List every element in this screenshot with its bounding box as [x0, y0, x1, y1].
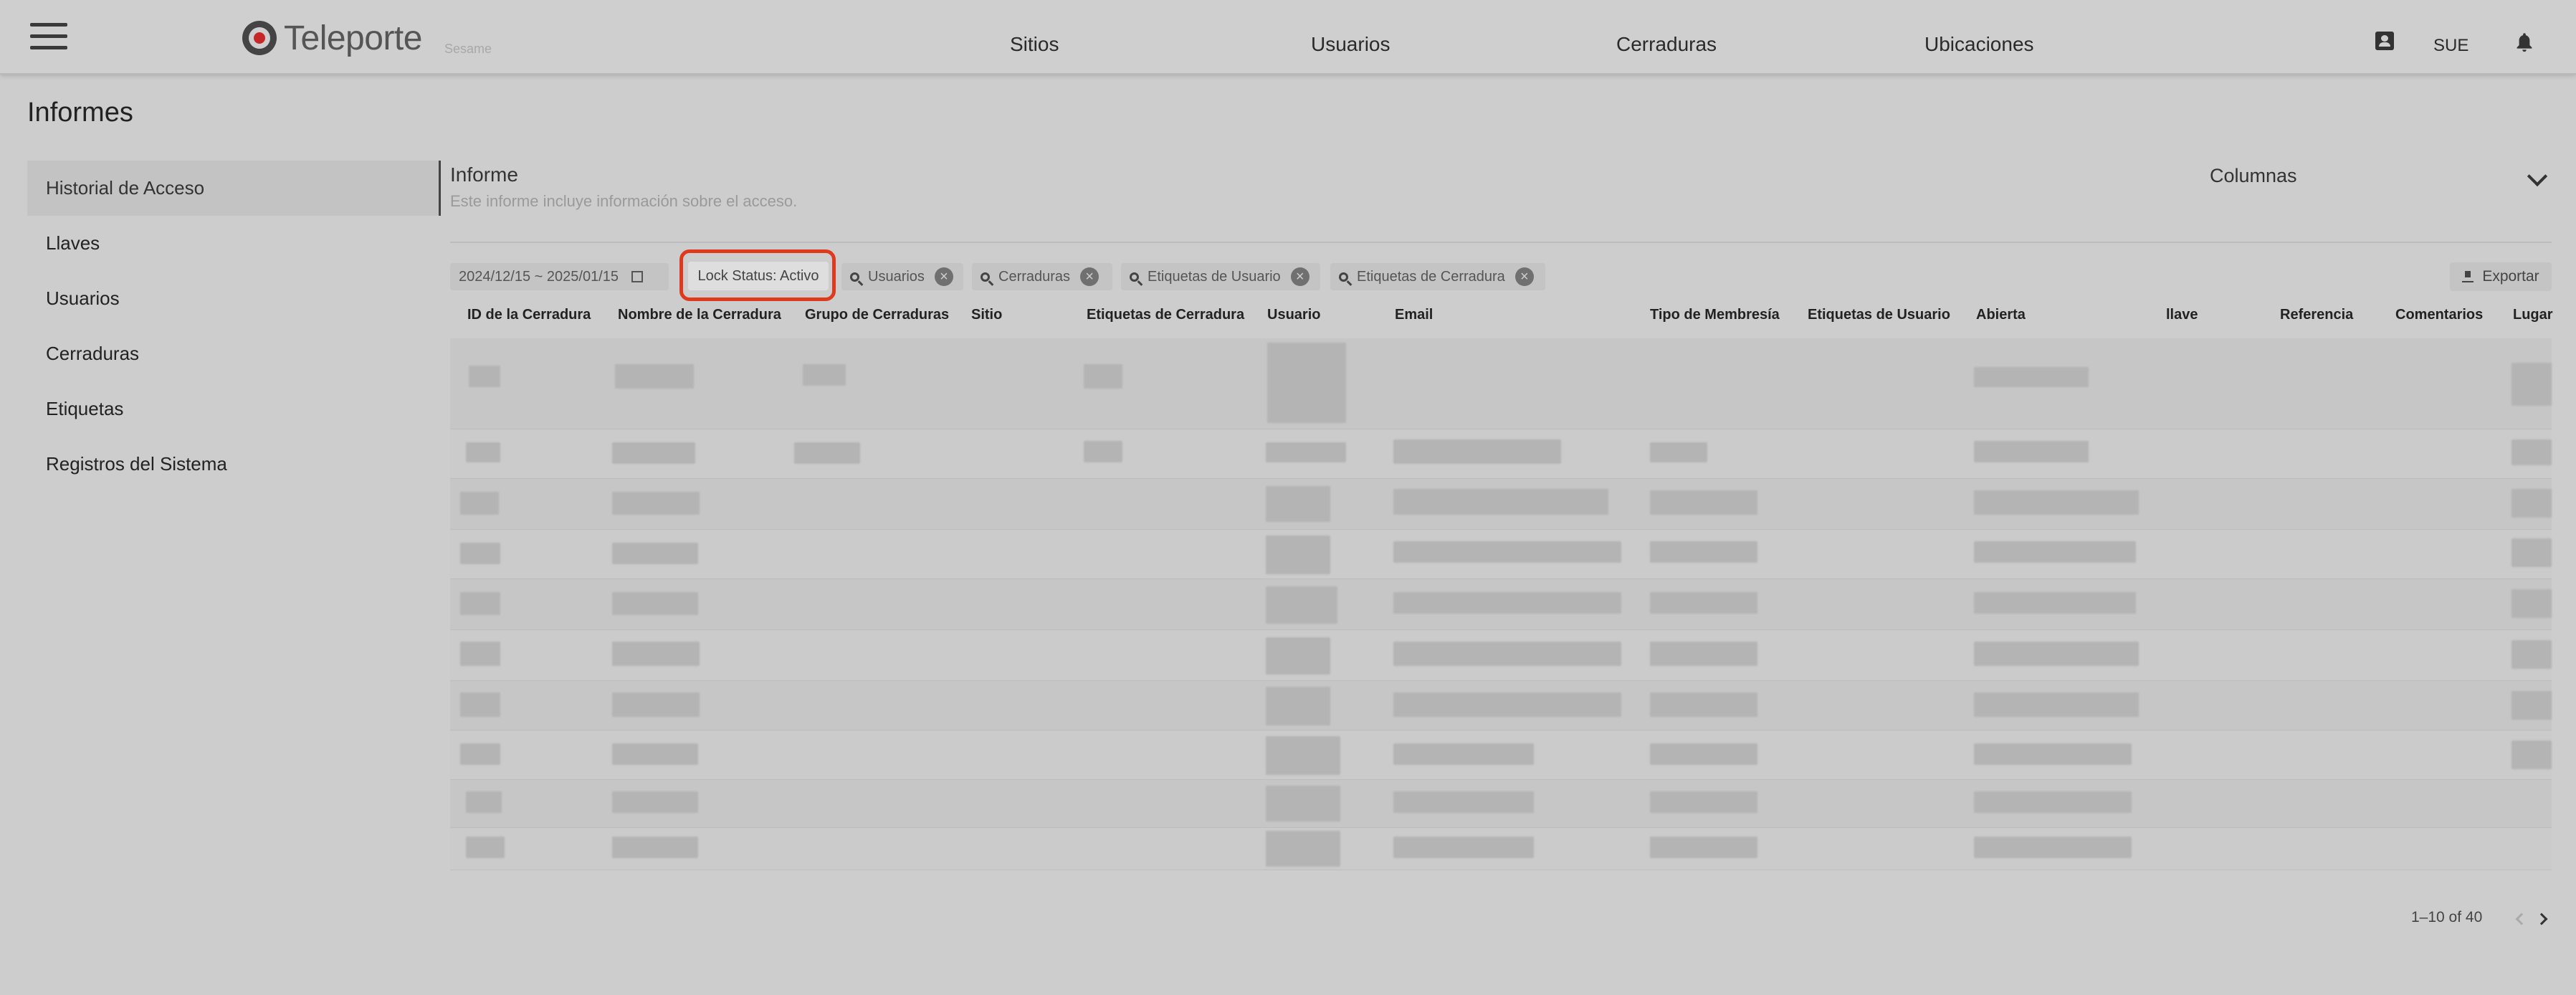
date-range-filter[interactable]: 2024/12/15 ~ 2025/01/15 [450, 263, 669, 290]
sidebar-item-cerraduras[interactable]: Cerraduras [27, 326, 439, 381]
bell-icon[interactable] [2514, 32, 2534, 53]
filter-chip-cerraduras[interactable]: Cerraduras × [972, 263, 1112, 290]
export-button[interactable]: Exportar [2450, 262, 2552, 291]
export-label: Exportar [2482, 268, 2539, 285]
pagination-range: 1–10 of 40 [2411, 909, 2483, 925]
table-row[interactable] [450, 828, 2552, 870]
column-header[interactable]: Etiquetas de Cerradura [1087, 307, 1244, 323]
nav-cerraduras[interactable]: Cerraduras [1616, 33, 1717, 56]
column-header[interactable]: llave [2166, 307, 2198, 323]
filter-chip-label: Etiquetas de Cerradura [1357, 268, 1505, 285]
sidebar-item-label: Etiquetas [46, 398, 124, 419]
filter-chip-etiquetas-de-usuario[interactable]: Etiquetas de Usuario × [1121, 263, 1320, 290]
sidebar-item-llaves[interactable]: Llaves [27, 216, 439, 271]
column-header[interactable]: Referencia [2280, 307, 2353, 323]
table-row[interactable] [450, 530, 2552, 579]
menu-icon[interactable] [30, 23, 67, 50]
divider [450, 242, 2552, 243]
nav-ubicaciones[interactable]: Ubicaciones [1924, 33, 2034, 56]
top-app-bar: Teleporte Sesame Sitios Usuarios Cerradu… [0, 0, 2576, 75]
report-description: Este informe incluye información sobre e… [450, 192, 798, 210]
date-range-value: 2024/12/15 ~ 2025/01/15 [459, 268, 619, 285]
filter-chip-label: Etiquetas de Usuario [1148, 268, 1281, 285]
column-header[interactable]: Sitio [971, 307, 1002, 323]
section-divider [439, 161, 441, 216]
table-row[interactable] [450, 479, 2552, 529]
search-icon [1339, 272, 1348, 282]
access-history-table [450, 338, 2552, 870]
reports-sidebar: Historial de Acceso Llaves Usuarios Cerr… [27, 161, 439, 492]
column-header[interactable]: ID de la Cerradura [467, 307, 591, 323]
close-icon[interactable]: × [934, 267, 953, 286]
sidebar-item-historial-de-acceso[interactable]: Historial de Acceso [27, 161, 439, 216]
filter-chip-label: Usuarios [868, 268, 925, 285]
table-row[interactable] [450, 579, 2552, 629]
report-title: Informe [450, 163, 518, 186]
page-title: Informes [27, 97, 133, 128]
search-icon [981, 272, 990, 282]
chevron-left-icon[interactable] [2515, 913, 2528, 925]
filter-chip-label: Cerraduras [998, 268, 1071, 285]
column-header[interactable]: Usuario [1267, 307, 1320, 323]
column-header[interactable]: Nombre de la Cerradura [618, 307, 781, 323]
chevron-down-icon[interactable] [2527, 166, 2548, 187]
brand-logo[interactable]: Teleporte [242, 19, 422, 57]
table-row[interactable] [450, 780, 2552, 827]
column-header[interactable]: Grupo de Cerraduras [805, 307, 949, 323]
filter-chip-etiquetas-de-cerradura[interactable]: Etiquetas de Cerradura × [1330, 263, 1545, 290]
table-row[interactable] [450, 730, 2552, 779]
nav-sitios[interactable]: Sitios [1010, 33, 1059, 56]
contact-icon[interactable] [2375, 32, 2394, 50]
sidebar-item-registros-del-sistema[interactable]: Registros del Sistema [27, 437, 439, 492]
sidebar-item-label: Usuarios [46, 287, 120, 309]
sidebar-item-label: Cerraduras [46, 343, 140, 364]
user-initials[interactable]: SUE [2433, 36, 2468, 56]
sidebar-item-label: Registros del Sistema [46, 453, 227, 475]
columns-toggle[interactable]: Columnas [2210, 165, 2297, 187]
close-icon[interactable]: × [1290, 267, 1310, 286]
column-header[interactable]: Etiquetas de Usuario [1808, 307, 1950, 323]
sidebar-item-etiquetas[interactable]: Etiquetas [27, 381, 439, 437]
table-row[interactable] [450, 338, 2552, 429]
filter-chip-usuarios[interactable]: Usuarios × [841, 263, 963, 290]
calendar-icon [631, 271, 643, 282]
column-header[interactable]: Lugar [2513, 307, 2553, 323]
teleporte-logo-icon [242, 21, 277, 55]
table-row[interactable] [450, 630, 2552, 680]
column-header[interactable]: Email [1395, 307, 1433, 323]
search-icon [850, 272, 859, 282]
sidebar-item-label: Historial de Acceso [46, 177, 205, 199]
column-header[interactable]: Comentarios [2395, 307, 2483, 323]
lock-status-filter[interactable]: Lock Status: Activo [688, 262, 829, 290]
table-row[interactable] [450, 429, 2552, 478]
nav-usuarios[interactable]: Usuarios [1311, 33, 1390, 56]
column-header[interactable]: Tipo de Membresía [1650, 307, 1780, 323]
close-icon[interactable]: × [1080, 267, 1099, 286]
download-icon [2462, 271, 2474, 282]
close-icon[interactable]: × [1514, 267, 1534, 286]
brand-subtitle: Sesame [444, 42, 492, 56]
sidebar-item-usuarios[interactable]: Usuarios [27, 271, 439, 326]
table-row[interactable] [450, 681, 2552, 730]
lock-status-value: Lock Status: Activo [697, 267, 819, 284]
chevron-right-icon[interactable] [2535, 913, 2548, 925]
search-icon [1130, 272, 1139, 282]
column-header[interactable]: Abierta [1976, 307, 2026, 323]
sidebar-item-label: Llaves [46, 232, 100, 254]
brand-name: Teleporte [284, 19, 422, 57]
